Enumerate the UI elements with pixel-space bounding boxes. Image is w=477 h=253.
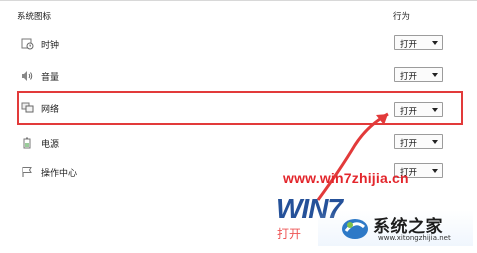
row-label: 电源 (41, 140, 60, 150)
row-label: 时钟 (41, 41, 60, 51)
volume-behavior-dropdown[interactable]: 打开 (394, 67, 443, 82)
chevron-down-icon (432, 41, 438, 45)
chevron-down-icon (432, 169, 438, 173)
power-icon (21, 137, 34, 149)
row-volume: 音量 打开 (0, 62, 477, 90)
clock-behavior-dropdown[interactable]: 打开 (394, 35, 443, 50)
watermark-url: www.win7zhijia.cn (283, 170, 409, 186)
site-logo-icon (342, 219, 368, 239)
row-label: 音量 (41, 73, 60, 83)
row-clock: 时钟 打开 (0, 30, 477, 58)
site-url: www.xitongzhijia.net (378, 234, 451, 242)
column-header-system-icons: 系统图标 (17, 12, 52, 22)
clock-icon (21, 38, 34, 50)
chevron-down-icon (432, 140, 438, 144)
row-label: 操作中心 (41, 169, 78, 179)
column-header-behavior: 行为 (393, 12, 411, 22)
watermark-subtext: 打开 (277, 227, 302, 241)
flag-icon (21, 166, 34, 178)
top-divider (0, 0, 477, 1)
chevron-down-icon (432, 73, 438, 77)
volume-icon (21, 70, 34, 82)
